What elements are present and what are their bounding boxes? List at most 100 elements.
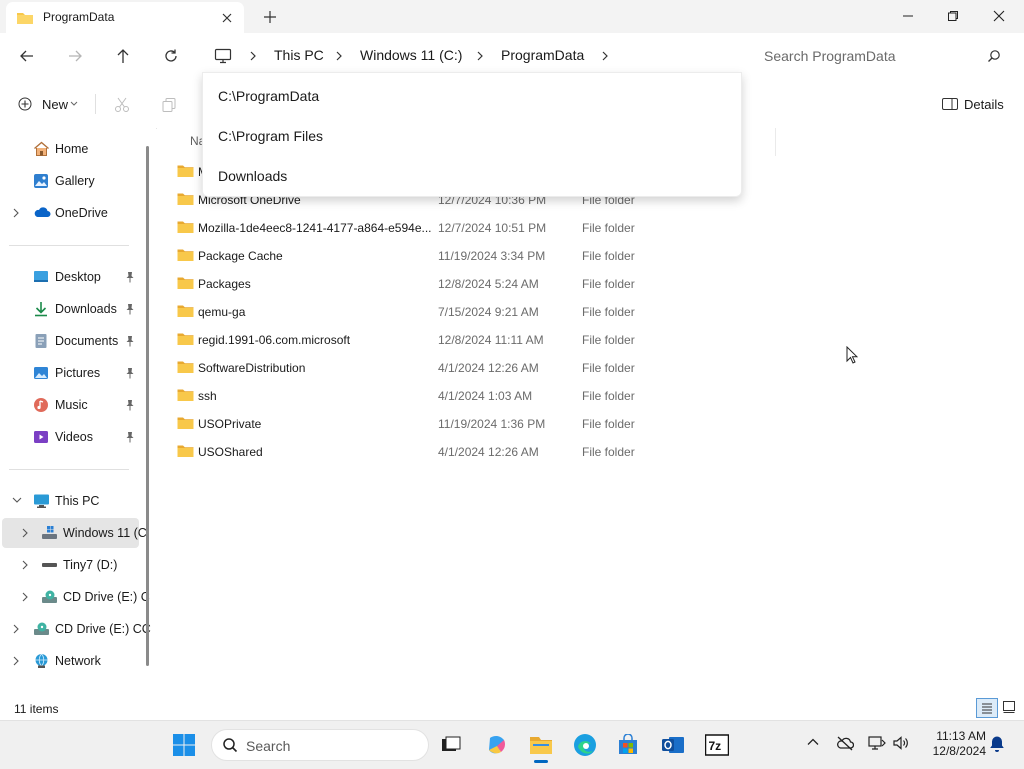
pin-icon[interactable] (125, 431, 135, 443)
task-view-button[interactable] (433, 727, 469, 763)
suggestion-item[interactable]: C:\ProgramData (203, 75, 741, 115)
navigation-pane: Home Gallery OneDrive Desktop Downloads (0, 128, 156, 696)
cloud-icon (33, 205, 51, 219)
start-button[interactable] (166, 727, 202, 763)
copilot-button[interactable] (479, 727, 515, 763)
sidebar-item-documents[interactable]: Documents (2, 326, 139, 356)
search-input[interactable]: Search ProgramData (752, 41, 1012, 71)
clock[interactable]: 11:13 AM 12/8/2024 (918, 729, 986, 759)
table-row[interactable]: regid.1991-06.com.microsoft 12/8/2024 11:… (175, 326, 775, 354)
sidebar-item-videos[interactable]: Videos (2, 422, 139, 452)
file-explorer-taskbar-button[interactable] (523, 727, 559, 763)
suggestion-item[interactable]: C:\Program Files (203, 115, 741, 155)
store-taskbar-button[interactable] (610, 727, 646, 763)
folder-icon (177, 388, 194, 402)
pictures-icon (33, 365, 49, 381)
network-status-icon[interactable] (868, 735, 886, 751)
breadcrumb-windows-c[interactable]: Windows 11 (C:) (360, 47, 462, 63)
notification-bell-icon[interactable] (989, 735, 1005, 753)
pin-icon[interactable] (125, 335, 135, 347)
sidebar-item-onedrive[interactable]: OneDrive (2, 198, 139, 228)
minimize-button[interactable] (885, 0, 931, 32)
chevron-right-icon[interactable] (12, 208, 20, 218)
refresh-button[interactable] (155, 40, 187, 72)
pin-icon[interactable] (125, 367, 135, 379)
table-row[interactable]: Packages 12/8/2024 5:24 AM File folder (175, 270, 775, 298)
sidebar-item-windows-c[interactable]: Windows 11 (C (2, 518, 147, 548)
details-view-button[interactable] (976, 698, 998, 718)
sidebar-item-cd-drive-e-root[interactable]: CD Drive (E:) CC (2, 614, 151, 644)
pin-icon[interactable] (125, 399, 135, 411)
sidebar-item-gallery[interactable]: Gallery (2, 166, 139, 196)
file-type: File folder (582, 445, 635, 459)
sidebar-item-music[interactable]: Music (2, 390, 139, 420)
chevron-right-icon[interactable] (21, 592, 29, 602)
table-row[interactable]: qemu-ga 7/15/2024 9:21 AM File folder (175, 298, 775, 326)
home-icon (33, 141, 50, 157)
chevron-right-icon[interactable] (475, 50, 485, 62)
sidebar-item-downloads[interactable]: Downloads (2, 294, 139, 324)
folder-icon (16, 10, 34, 26)
chevron-right-icon[interactable] (21, 528, 29, 538)
taskbar-search[interactable]: Search (211, 729, 429, 761)
pin-icon[interactable] (125, 303, 135, 315)
7zip-taskbar-button[interactable]: 7z (699, 727, 735, 763)
details-button[interactable]: Details (934, 89, 1014, 119)
volume-icon[interactable] (892, 735, 910, 751)
large-icons-view-button[interactable] (1002, 700, 1016, 714)
sidebar-scrollbar[interactable] (146, 146, 149, 666)
outlook-taskbar-button[interactable] (655, 727, 691, 763)
file-explorer-icon (530, 737, 552, 754)
maximize-button[interactable] (930, 0, 976, 32)
table-row[interactable]: USOPrivate 11/19/2024 1:36 PM File folder (175, 410, 775, 438)
gallery-icon (33, 173, 49, 189)
breadcrumb-programdata[interactable]: ProgramData (501, 47, 584, 63)
breadcrumb-this-pc[interactable]: This PC (274, 47, 324, 63)
table-row[interactable]: Mozilla-1de4eec8-1241-4177-a864-e594e...… (175, 214, 775, 242)
divider (95, 94, 96, 114)
copy-icon[interactable] (161, 97, 177, 113)
search-icon (222, 737, 238, 753)
chevron-right-icon[interactable] (600, 50, 610, 62)
onedrive-offline-icon[interactable] (836, 735, 854, 751)
tab-title: ProgramData (43, 10, 115, 24)
table-row[interactable]: SoftwareDistribution 4/1/2024 12:26 AM Fil… (175, 354, 775, 382)
sidebar-item-tiny7-d[interactable]: Tiny7 (D:) (2, 550, 139, 580)
suggestion-item[interactable]: Downloads (203, 155, 741, 195)
sidebar-item-cd-drive-e[interactable]: CD Drive (E:) C (2, 582, 150, 612)
edge-taskbar-button[interactable] (567, 727, 603, 763)
sidebar-item-pictures[interactable]: Pictures (2, 358, 139, 388)
tab-programdata[interactable]: ProgramData (6, 2, 244, 33)
chevron-right-icon[interactable] (248, 50, 258, 62)
address-bar[interactable]: This PC Windows 11 (C:) ProgramData (202, 41, 740, 71)
new-tab-icon[interactable] (260, 7, 280, 27)
file-type: File folder (582, 333, 635, 347)
plus-icon (18, 97, 32, 111)
new-button[interactable]: New (8, 89, 84, 119)
chevron-right-icon[interactable] (12, 624, 20, 634)
chevron-right-icon[interactable] (21, 560, 29, 570)
chevron-right-icon[interactable] (12, 656, 20, 666)
sidebar-item-desktop[interactable]: Desktop (2, 262, 139, 292)
close-window-button[interactable] (976, 0, 1022, 32)
forward-button[interactable] (59, 40, 91, 72)
task-view-icon (442, 736, 461, 751)
table-row[interactable]: ssh 4/1/2024 1:03 AM File folder (175, 382, 775, 410)
file-name: USOPrivate (198, 417, 262, 431)
up-button[interactable] (107, 40, 139, 72)
chevron-down-icon[interactable] (12, 496, 22, 504)
table-row[interactable]: USOShared 4/1/2024 12:26 AM File folder (175, 438, 775, 466)
cut-icon[interactable] (114, 97, 130, 113)
sidebar-item-network[interactable]: Network (2, 646, 139, 676)
chevron-up-icon[interactable] (806, 735, 820, 749)
sidebar-item-home[interactable]: Home (2, 134, 139, 164)
back-button[interactable] (11, 40, 43, 72)
close-tab-icon[interactable] (218, 9, 236, 27)
column-divider (775, 128, 776, 156)
pin-icon[interactable] (125, 271, 135, 283)
file-type: File folder (582, 361, 635, 375)
chevron-right-icon[interactable] (334, 50, 344, 62)
table-row[interactable]: Package Cache 11/19/2024 3:34 PM File fold… (175, 242, 775, 270)
sidebar-item-this-pc[interactable]: This PC (2, 486, 139, 516)
download-icon (33, 301, 49, 317)
